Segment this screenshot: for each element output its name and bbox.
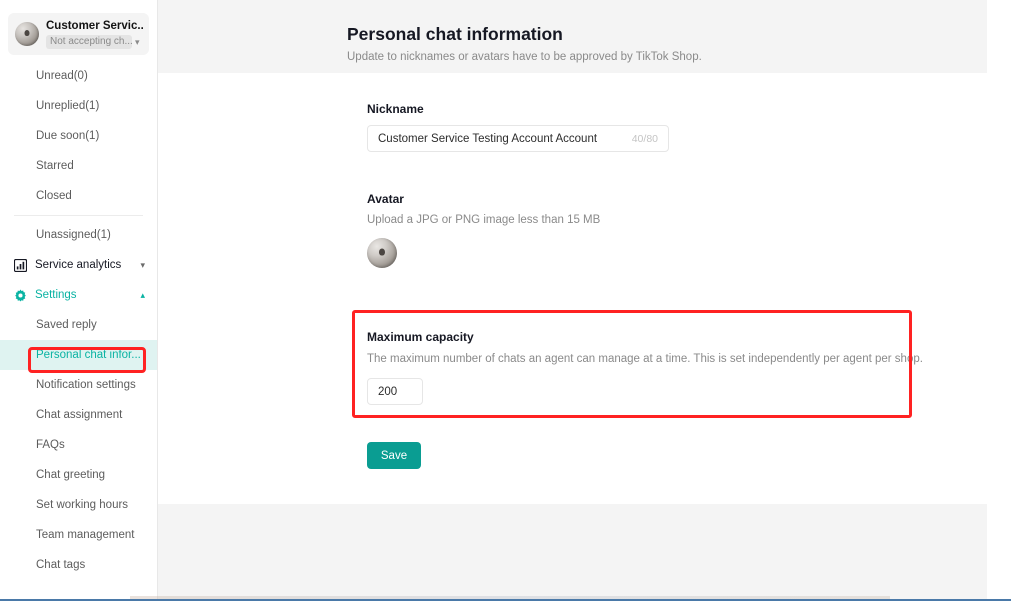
sidebar-item-label: Chat tags: [36, 559, 86, 571]
sidebar-item-label: Chat greeting: [36, 469, 106, 481]
chevron-down-icon[interactable]: ▾: [140, 260, 145, 271]
sidebar-group-settings[interactable]: Settings ▴: [0, 280, 157, 310]
maximum-capacity-description: The maximum number of chats an agent can…: [367, 353, 923, 365]
maximum-capacity-label: Maximum capacity: [367, 330, 474, 344]
sidebar-item-starred[interactable]: Starred: [0, 151, 157, 181]
sidebar-item-closed[interactable]: Closed: [0, 181, 157, 211]
gear-icon: [15, 289, 26, 301]
sidebar-item-chat-tags[interactable]: Chat tags: [0, 550, 157, 580]
sidebar-divider: [14, 215, 143, 216]
avatar-sphere-image: [15, 22, 39, 46]
sidebar-item-label: FAQs: [36, 439, 65, 451]
sidebar: Customer Servic... Not accepting ch... ▾…: [0, 0, 158, 601]
sidebar-item-personal-chat-information[interactable]: Personal chat infor...: [0, 340, 157, 370]
sidebar-item-chat-assignment[interactable]: Chat assignment: [0, 400, 157, 430]
sidebar-item-label: Starred: [36, 160, 74, 172]
page-header: Personal chat information Update to nick…: [347, 22, 702, 65]
account-header[interactable]: Customer Servic... Not accepting ch... ▾: [8, 13, 149, 55]
content-bottom-band: [158, 504, 987, 601]
sidebar-item-chat-greeting[interactable]: Chat greeting: [0, 460, 157, 490]
chevron-down-icon[interactable]: ▾: [135, 37, 140, 47]
chevron-up-icon[interactable]: ▴: [140, 290, 145, 301]
avatar-sphere-image[interactable]: [367, 238, 397, 268]
sidebar-group-label: Settings: [35, 289, 77, 301]
selected-indicator: [0, 340, 3, 370]
sidebar-item-label: Due soon(1): [36, 130, 100, 142]
main-content: Personal chat information Update to nick…: [158, 0, 987, 601]
sidebar-item-due-soon[interactable]: Due soon(1): [0, 121, 157, 151]
sidebar-group-service-analytics[interactable]: Service analytics ▾: [0, 250, 157, 280]
maximum-capacity-input[interactable]: 200: [367, 378, 423, 405]
page-title: Personal chat information: [347, 24, 563, 44]
nickname-char-counter: 40/80: [631, 132, 658, 145]
sidebar-item-unreplied[interactable]: Unreplied(1): [0, 91, 157, 121]
sidebar-item-label: Set working hours: [36, 499, 129, 511]
page-subtitle: Update to nicknames or avatars have to b…: [347, 51, 702, 63]
sidebar-item-notification-settings[interactable]: Notification settings: [0, 370, 157, 400]
account-text: Customer Servic... Not accepting ch... ▾: [46, 19, 143, 49]
bar-chart-icon: [14, 258, 27, 272]
save-button[interactable]: Save: [367, 442, 421, 469]
sidebar-group-label: Service analytics: [35, 259, 122, 271]
sidebar-item-label: Closed: [36, 190, 72, 202]
sidebar-item-faqs[interactable]: FAQs: [0, 430, 157, 460]
sidebar-item-label: Personal chat infor...: [36, 349, 141, 361]
sidebar-item-label: Unread(0): [36, 70, 88, 82]
maximum-capacity-value: 200: [378, 385, 398, 398]
account-name: Customer Servic...: [46, 20, 143, 32]
sidebar-item-unread[interactable]: Unread(0): [0, 61, 157, 91]
sidebar-item-team-management[interactable]: Team management: [0, 520, 157, 550]
account-status-row: Not accepting ch... ▾: [46, 35, 143, 49]
sidebar-item-label: Team management: [36, 529, 135, 541]
sidebar-item-label: Chat assignment: [36, 409, 123, 421]
maximum-capacity-section: Maximum capacity The maximum number of c…: [367, 330, 927, 405]
sidebar-item-label: Notification settings: [36, 379, 136, 391]
sidebar-item-label: Unreplied(1): [36, 100, 100, 112]
nickname-label: Nickname: [367, 102, 424, 116]
avatar-label: Avatar: [367, 192, 404, 206]
sidebar-item-label: Unassigned(1): [36, 229, 111, 241]
sidebar-item-set-working-hours[interactable]: Set working hours: [0, 490, 157, 520]
sidebar-item-saved-reply[interactable]: Saved reply: [0, 310, 157, 340]
nickname-section: Nickname Customer Service Testing Accoun…: [367, 102, 669, 152]
settings-card: Nickname Customer Service Testing Accoun…: [347, 73, 987, 504]
avatar-description: Upload a JPG or PNG image less than 15 M…: [367, 214, 601, 226]
app-root: Customer Servic... Not accepting ch... ▾…: [0, 0, 1011, 601]
sidebar-item-label: Saved reply: [36, 319, 97, 331]
sidebar-item-unassigned[interactable]: Unassigned(1): [0, 220, 157, 250]
status-badge: Not accepting ch...: [46, 35, 132, 49]
nickname-input[interactable]: Customer Service Testing Account Account…: [367, 125, 669, 152]
nickname-value: Customer Service Testing Account Account: [378, 132, 598, 145]
avatar-section: Avatar Upload a JPG or PNG image less th…: [367, 192, 600, 268]
